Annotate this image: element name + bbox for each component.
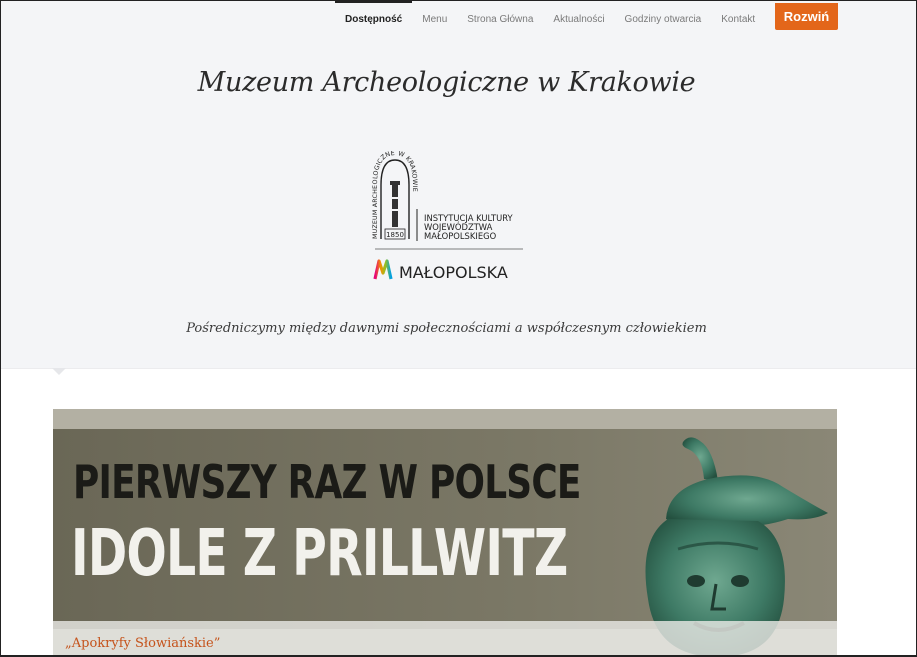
site-title[interactable]: Muzeum Archeologiczne w Krakowie — [1, 67, 892, 98]
nav-item-news[interactable]: Aktualności — [543, 1, 614, 37]
malopolska-m-icon — [373, 259, 393, 280]
header-notch — [52, 368, 66, 375]
nav-item-contact[interactable]: Kontakt — [711, 1, 765, 37]
banner-headline-line2: IDOLE Z PRILLWITZ — [71, 517, 568, 591]
logo-institution-line3: MAŁOPOLSKIEGO — [424, 231, 497, 241]
expand-button[interactable]: Rozwiń — [775, 3, 838, 30]
banner-headline-line1: PIERWSZY RAZ W POLSCE — [73, 455, 581, 509]
nav-item-menu[interactable]: Menu — [412, 1, 457, 37]
nav-item-accessibility[interactable]: Dostępność — [335, 1, 413, 37]
logo-region: MAŁOPOLSKA — [399, 263, 508, 282]
top-navigation: Dostępność Menu Strona Główna Aktualnośc… — [335, 1, 765, 37]
idol-figure-icon — [390, 181, 400, 227]
site-header: Dostępność Menu Strona Główna Aktualnośc… — [1, 1, 916, 369]
museum-logo[interactable]: MUZEUM ARCHEOLOGICZNE W KRAKOWIE 1850 IN… — [371, 151, 531, 286]
banner-caption[interactable]: „Apokryfy Słowiańskie” — [65, 636, 220, 651]
nav-item-home[interactable]: Strona Główna — [457, 1, 543, 37]
nav-item-opening-hours[interactable]: Godziny otwarcia — [615, 1, 712, 37]
site-tagline: Pośredniczymy między dawnymi społecznośc… — [186, 321, 707, 336]
idol-statue-image — [645, 437, 828, 657]
logo-year: 1850 — [386, 231, 404, 239]
exhibition-banner[interactable]: PIERWSZY RAZ W POLSCE IDOLE Z PRILLWITZ … — [53, 409, 837, 657]
